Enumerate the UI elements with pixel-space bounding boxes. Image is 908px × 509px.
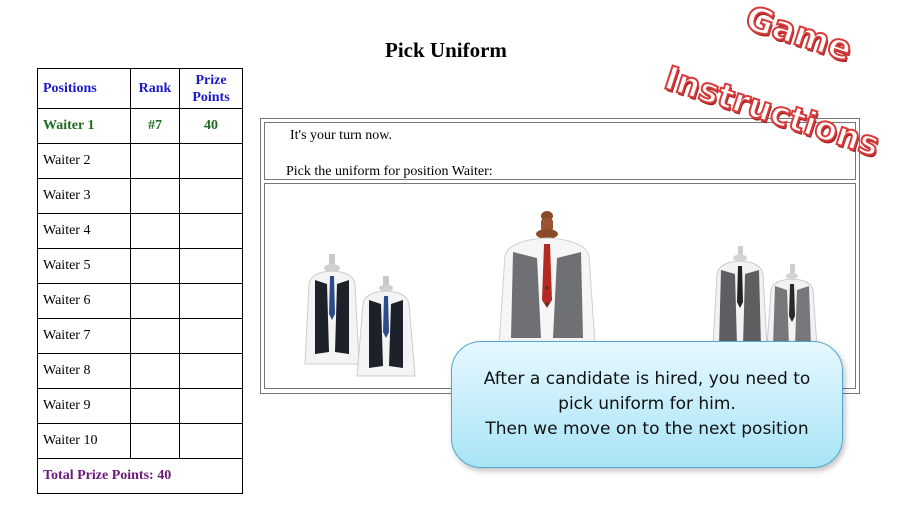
- prize-header-line1: Prize: [195, 72, 227, 88]
- rank-cell: [130, 248, 180, 284]
- position-cell: Waiter 5: [37, 248, 131, 284]
- table-row: Waiter 2: [37, 143, 243, 179]
- points-cell: [179, 283, 243, 319]
- table-header-row: Positions Rank Prize Points: [37, 68, 243, 109]
- points-cell: [179, 318, 243, 354]
- rank-cell: [130, 213, 180, 249]
- position-cell: Waiter 4: [37, 213, 131, 249]
- total-row: Total Prize Points: 40: [37, 458, 243, 494]
- positions-header: Positions: [37, 68, 131, 109]
- points-cell: [179, 353, 243, 389]
- table-row: Waiter 8: [37, 353, 243, 389]
- rank-cell: #7: [130, 108, 180, 144]
- table-row: Waiter 7: [37, 318, 243, 354]
- callout-line-2: pick uniform for him.: [558, 394, 736, 414]
- total-prize-points: Total Prize Points: 40: [37, 458, 243, 494]
- uniform-option-1[interactable]: [301, 254, 431, 379]
- points-cell: [179, 178, 243, 214]
- callout-line-1: After a candidate is hired, you need to: [483, 369, 811, 389]
- table-row: Waiter 4: [37, 213, 243, 249]
- grey-pinstripe-vest-uniform-icon: [712, 246, 818, 347]
- position-cell: Waiter 9: [37, 388, 131, 424]
- pick-message: Pick the uniform for position Waiter:: [286, 164, 493, 179]
- uniform-option-2[interactable]: [491, 204, 603, 345]
- prize-points-header: Prize Points: [179, 68, 243, 109]
- rank-cell: [130, 143, 180, 179]
- table-row: Waiter 1 #7 40: [37, 108, 243, 144]
- position-cell: Waiter 2: [37, 143, 131, 179]
- black-vest-uniform-icon: [304, 254, 416, 377]
- points-cell: 40: [179, 108, 243, 144]
- rank-cell: [130, 318, 180, 354]
- game-instructions-stamp: Game Instructions: [659, 0, 891, 165]
- rank-cell: [130, 283, 180, 319]
- table-row: Waiter 9: [37, 388, 243, 424]
- turn-message: It's your turn now.: [290, 128, 392, 143]
- instruction-callout: After a candidate is hired, you need to …: [451, 341, 843, 468]
- table-row: Waiter 3: [37, 178, 243, 214]
- table-row: Waiter 5: [37, 248, 243, 284]
- position-cell: Waiter 6: [37, 283, 131, 319]
- rank-header: Rank: [130, 68, 180, 109]
- position-cell: Waiter 1: [37, 108, 131, 144]
- table-row: Waiter 10: [37, 423, 243, 459]
- position-cell: Waiter 10: [37, 423, 131, 459]
- prize-header-line2: Points: [192, 89, 230, 105]
- rank-cell: [130, 388, 180, 424]
- uniform-option-3[interactable]: [695, 246, 820, 347]
- page-title: Pick Uniform: [385, 38, 507, 62]
- positions-table: Positions Rank Prize Points Waiter 1 #7 …: [37, 68, 243, 494]
- points-cell: [179, 143, 243, 179]
- points-cell: [179, 248, 243, 284]
- points-cell: [179, 388, 243, 424]
- grey-vest-uniform-icon: [498, 211, 596, 345]
- position-cell: Waiter 3: [37, 178, 131, 214]
- table-row: Waiter 6: [37, 283, 243, 319]
- rank-cell: [130, 353, 180, 389]
- rank-cell: [130, 178, 180, 214]
- points-cell: [179, 423, 243, 459]
- position-cell: Waiter 8: [37, 353, 131, 389]
- callout-line-3: Then we move on to the next position: [485, 419, 809, 439]
- position-cell: Waiter 7: [37, 318, 131, 354]
- stamp-line-1: Game: [739, 0, 857, 71]
- points-cell: [179, 213, 243, 249]
- rank-cell: [130, 423, 180, 459]
